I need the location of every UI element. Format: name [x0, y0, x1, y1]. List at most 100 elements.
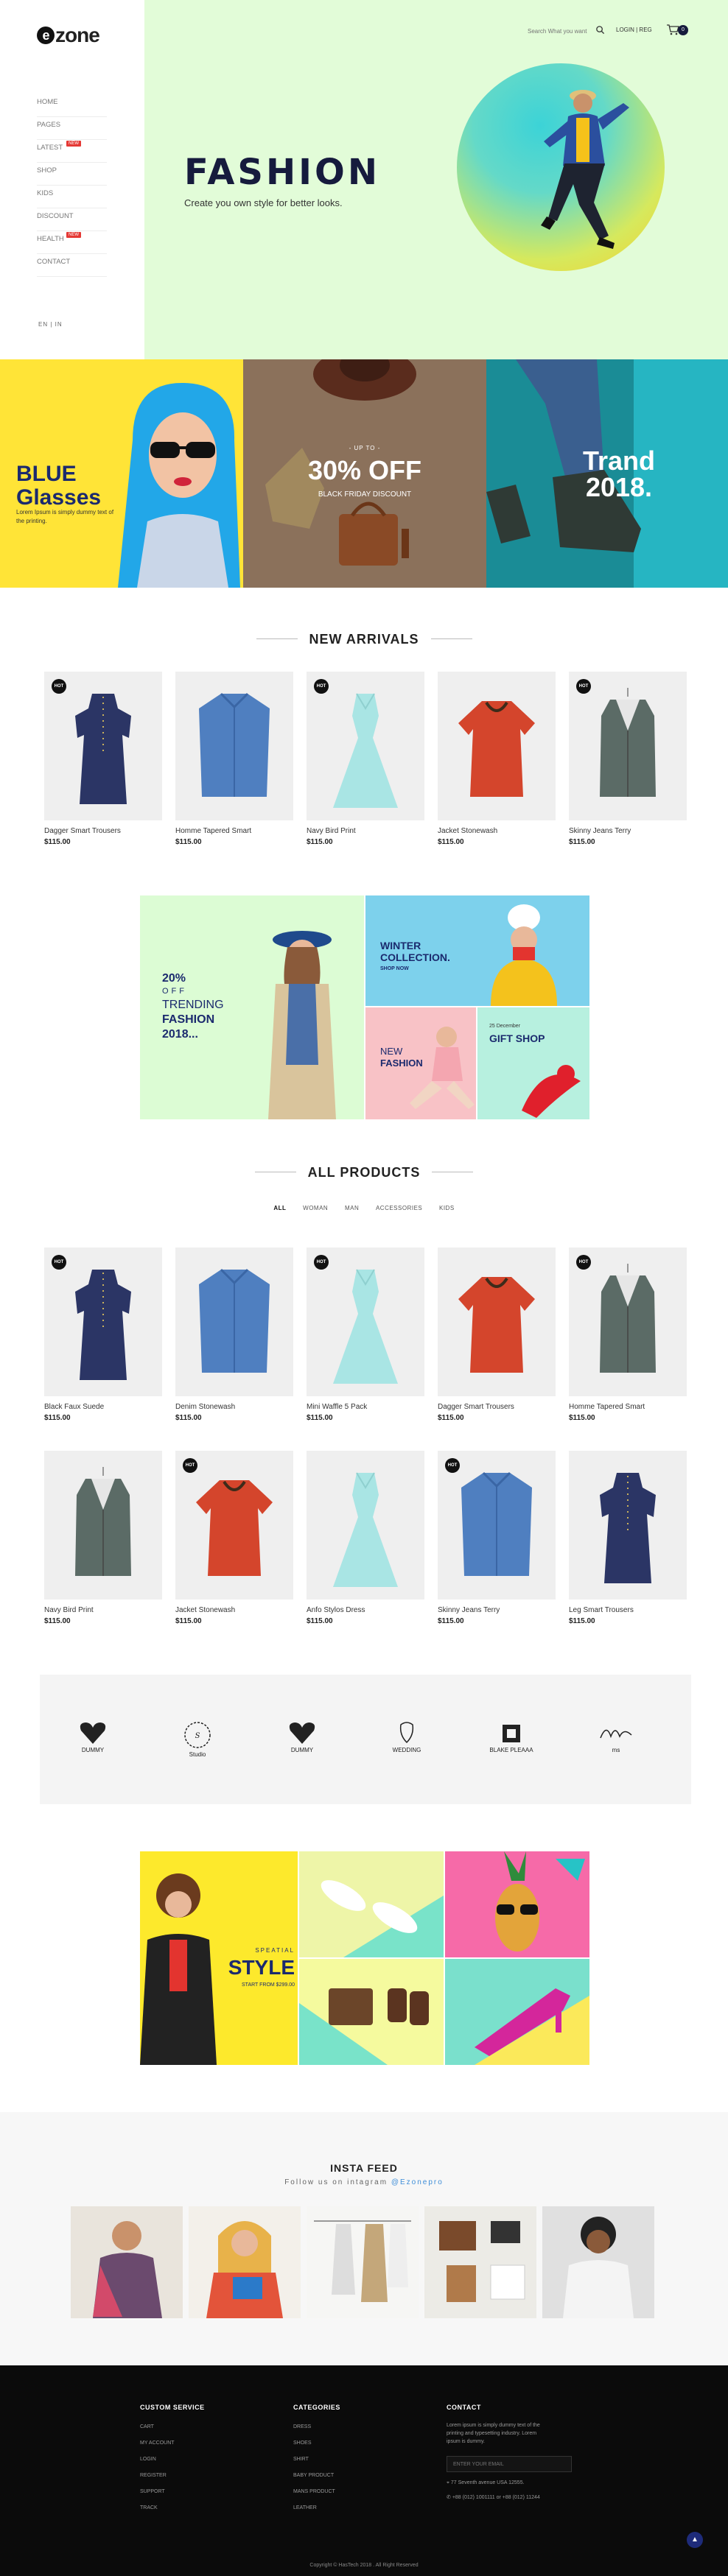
- insta-photo[interactable]: [189, 2206, 301, 2318]
- product-name[interactable]: Mini Waffle 5 Pack: [307, 1403, 424, 1413]
- product-image[interactable]: [175, 1247, 293, 1396]
- product-name[interactable]: Black Faux Suede: [44, 1403, 162, 1413]
- product-name[interactable]: Dagger Smart Trousers: [44, 827, 162, 837]
- product-card[interactable]: HOT Skinny Jeans Terry $115.00: [438, 1451, 556, 1625]
- product-name[interactable]: Homme Tapered Smart: [175, 827, 293, 837]
- banner-trend-2018[interactable]: Trand 2018.: [486, 359, 728, 588]
- product-card[interactable]: HOT Homme Tapered Smart $115.00: [569, 1247, 687, 1422]
- product-card[interactable]: Navy Bird Print $115.00: [44, 1451, 162, 1625]
- brand-logo[interactable]: ms: [579, 1720, 653, 1753]
- product-card[interactable]: HOT Black Faux Suede $115.00: [44, 1247, 162, 1422]
- product-card[interactable]: HOT Skinny Jeans Terry $115.00: [569, 672, 687, 846]
- product-card[interactable]: Anfo Stylos Dress $115.00: [307, 1451, 424, 1625]
- promo-winter-collection[interactable]: WINTER COLLECTION. SHOP NOW: [365, 895, 589, 1006]
- footer-link-shirt[interactable]: SHIRT: [293, 2454, 340, 2470]
- product-name[interactable]: Jacket Stonewash: [438, 827, 556, 837]
- brand-logo[interactable]: BLAKE PLEAAA: [475, 1720, 548, 1753]
- brand-logo[interactable]: WEDDING: [370, 1720, 444, 1753]
- nav-item-health[interactable]: HEALTH NEW: [37, 231, 107, 254]
- promo-bag-boots[interactable]: [299, 1959, 444, 2065]
- footer-link-mans-product[interactable]: MANS PRODUCT: [293, 2486, 340, 2502]
- insta-handle-link[interactable]: @Ezonepro: [391, 2178, 444, 2186]
- product-name[interactable]: Dagger Smart Trousers: [438, 1403, 556, 1413]
- insta-photo[interactable]: [71, 2206, 183, 2318]
- footer-link-register[interactable]: REGISTER: [140, 2470, 205, 2486]
- product-name[interactable]: Denim Stonewash: [175, 1403, 293, 1413]
- product-image[interactable]: HOT: [438, 1451, 556, 1600]
- language-switch[interactable]: EN | IN: [38, 321, 63, 328]
- footer-link-leather[interactable]: LEATHER: [293, 2502, 340, 2519]
- product-name[interactable]: Navy Bird Print: [44, 1606, 162, 1616]
- product-name[interactable]: Skinny Jeans Terry: [438, 1606, 556, 1616]
- product-image[interactable]: [438, 672, 556, 820]
- insta-photo[interactable]: [307, 2206, 419, 2318]
- footer-link-my-account[interactable]: MY ACCOUNT: [140, 2438, 205, 2454]
- product-name[interactable]: Skinny Jeans Terry: [569, 827, 687, 837]
- product-image[interactable]: HOT: [307, 672, 424, 820]
- search-icon[interactable]: [595, 25, 605, 35]
- product-image[interactable]: HOT: [569, 1247, 687, 1396]
- product-name[interactable]: Anfo Stylos Dress: [307, 1606, 424, 1616]
- product-image[interactable]: HOT: [307, 1247, 424, 1396]
- insta-photo[interactable]: [542, 2206, 654, 2318]
- product-card[interactable]: Dagger Smart Trousers $115.00: [438, 1247, 556, 1422]
- product-name[interactable]: Leg Smart Trousers: [569, 1606, 687, 1616]
- nav-item-shop[interactable]: SHOP: [37, 163, 107, 186]
- product-card[interactable]: HOT Mini Waffle 5 Pack $115.00: [307, 1247, 424, 1422]
- product-image[interactable]: HOT: [44, 672, 162, 820]
- scroll-to-top-button[interactable]: ▲: [687, 2532, 703, 2548]
- product-card[interactable]: Denim Stonewash $115.00: [175, 1247, 293, 1422]
- filter-tab-accessories[interactable]: ACCESSORIES: [376, 1205, 422, 1211]
- newsletter-email-input[interactable]: [447, 2456, 572, 2472]
- nav-item-home[interactable]: HOME: [37, 94, 107, 117]
- product-name[interactable]: Jacket Stonewash: [175, 1606, 293, 1616]
- product-image[interactable]: [569, 1451, 687, 1600]
- promo-pineapple[interactable]: [445, 1851, 589, 1957]
- filter-tab-kids[interactable]: KIDS: [439, 1205, 455, 1211]
- nav-item-discount[interactable]: DISCOUNT: [37, 208, 107, 231]
- product-image[interactable]: [438, 1247, 556, 1396]
- promo-heels[interactable]: [445, 1959, 589, 2065]
- brand-logo[interactable]: S Studio: [161, 1720, 234, 1758]
- filter-tab-all[interactable]: ALL: [273, 1205, 286, 1211]
- product-image[interactable]: HOT: [44, 1247, 162, 1396]
- promo-gift-shop[interactable]: 25 December GIFT SHOP: [477, 1007, 589, 1119]
- footer-link-dress[interactable]: DRESS: [293, 2421, 340, 2438]
- brand-logo[interactable]: DUMMY: [265, 1720, 339, 1753]
- logo[interactable]: e zone: [37, 24, 100, 47]
- nav-item-pages[interactable]: PAGES: [37, 117, 107, 140]
- login-register-link[interactable]: LOGIN | REG: [616, 27, 652, 33]
- banner-blue-glasses[interactable]: BLUE Glasses Lorem Ipsum is simply dummy …: [0, 359, 243, 588]
- search-input[interactable]: [528, 27, 600, 35]
- footer-link-support[interactable]: SUPPORT: [140, 2486, 205, 2502]
- footer-link-shoes[interactable]: SHOES: [293, 2438, 340, 2454]
- nav-item-kids[interactable]: KIDS: [37, 186, 107, 208]
- footer-link-login[interactable]: LOGIN: [140, 2454, 205, 2470]
- product-card[interactable]: Leg Smart Trousers $115.00: [569, 1451, 687, 1625]
- filter-tab-woman[interactable]: WOMAN: [303, 1205, 328, 1211]
- brand-logo[interactable]: DUMMY: [56, 1720, 130, 1753]
- banner-black-friday[interactable]: - UP TO - 30% OFF BLACK FRIDAY DISCOUNT: [243, 359, 486, 588]
- product-image[interactable]: [44, 1451, 162, 1600]
- product-image[interactable]: [175, 672, 293, 820]
- filter-tab-man[interactable]: MAN: [345, 1205, 359, 1211]
- insta-photo[interactable]: [424, 2206, 536, 2318]
- product-image[interactable]: HOT: [569, 672, 687, 820]
- promo-special-style[interactable]: SPEATIAL STYLE START FROM $299.00: [140, 1851, 298, 2065]
- footer-link-track[interactable]: TRACK: [140, 2502, 205, 2519]
- product-card[interactable]: HOT Dagger Smart Trousers $115.00: [44, 672, 162, 846]
- product-name[interactable]: Navy Bird Print: [307, 827, 424, 837]
- product-card[interactable]: Jacket Stonewash $115.00: [438, 672, 556, 846]
- product-card[interactable]: HOT Navy Bird Print $115.00: [307, 672, 424, 846]
- product-name[interactable]: Homme Tapered Smart: [569, 1403, 687, 1413]
- nav-item-contact[interactable]: CONTACT: [37, 254, 107, 277]
- footer-link-cart[interactable]: CART: [140, 2421, 205, 2438]
- promo-trending-fashion[interactable]: 20% OFF TRENDING FASHION 2018...: [140, 895, 364, 1119]
- product-image[interactable]: [307, 1451, 424, 1600]
- product-image[interactable]: HOT: [175, 1451, 293, 1600]
- footer-link-baby-product[interactable]: BABY PRODUCT: [293, 2470, 340, 2486]
- nav-item-latest[interactable]: LATEST NEW: [37, 140, 107, 163]
- promo-sneakers[interactable]: [299, 1851, 444, 1957]
- product-card[interactable]: Homme Tapered Smart $115.00: [175, 672, 293, 846]
- product-card[interactable]: HOT Jacket Stonewash $115.00: [175, 1451, 293, 1625]
